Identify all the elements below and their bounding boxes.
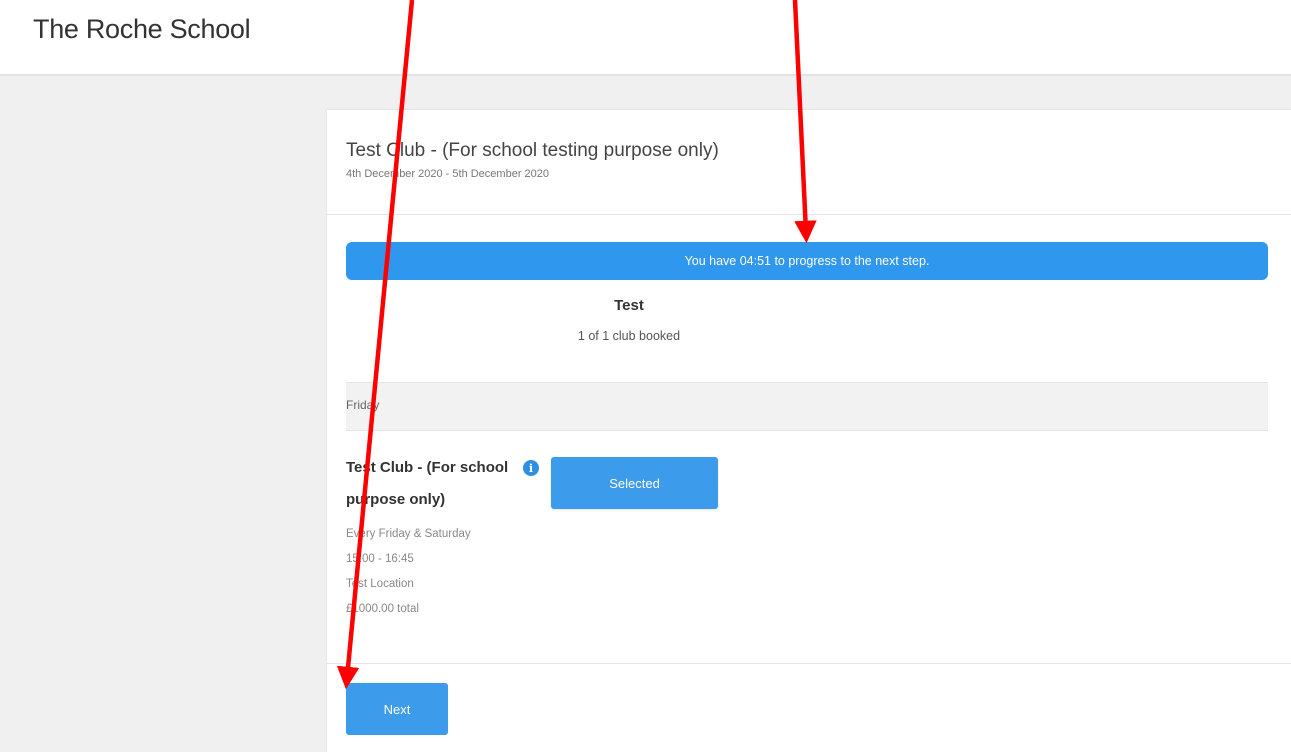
timer-message: You have 04:51 to progress to the next s… bbox=[684, 254, 930, 268]
info-icon[interactable]: i bbox=[523, 460, 539, 476]
session-location: Test Location bbox=[346, 578, 414, 590]
summary-club-name: Test bbox=[614, 297, 644, 314]
school-name: The Roche School bbox=[33, 14, 251, 44]
next-button-label: Next bbox=[383, 701, 411, 717]
session-time: 15:00 - 16:45 bbox=[346, 553, 414, 565]
day-header-row: Friday bbox=[346, 382, 1268, 431]
club-title: Test Club - (For school testing purpose … bbox=[346, 140, 719, 161]
footer-divider bbox=[327, 663, 1291, 664]
selected-button-label: Selected bbox=[609, 475, 660, 491]
next-button[interactable]: Next bbox=[346, 683, 448, 735]
booking-card: Test Club - (For school testing purpose … bbox=[327, 110, 1291, 752]
countdown-timer-banner: You have 04:51 to progress to the next s… bbox=[346, 242, 1268, 280]
top-bar: The Roche School bbox=[0, 0, 1291, 76]
booked-count: 1 of 1 club booked bbox=[577, 329, 681, 343]
session-title: Test Club - (For school purpose only) bbox=[346, 459, 509, 508]
day-label: Friday bbox=[346, 398, 380, 412]
session-price: £1000.00 total bbox=[346, 603, 419, 615]
selected-button[interactable]: Selected bbox=[551, 457, 718, 509]
session-schedule: Every Friday & Saturday bbox=[346, 528, 471, 540]
club-dates: 4th December 2020 - 5th December 2020 bbox=[346, 168, 550, 180]
card-header: Test Club - (For school testing purpose … bbox=[327, 110, 1291, 215]
